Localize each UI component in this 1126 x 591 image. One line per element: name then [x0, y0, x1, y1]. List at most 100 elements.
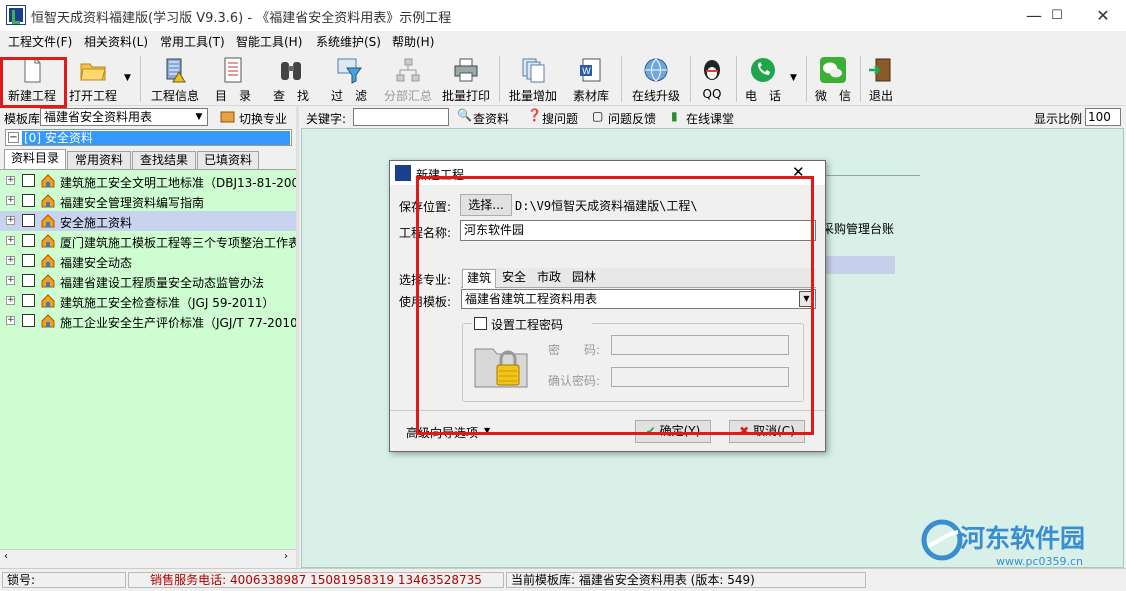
menu-smart-tools[interactable]: 智能工具(H) — [236, 33, 302, 50]
tree-item-checkbox[interactable] — [22, 294, 35, 307]
qq-button[interactable]: QQ — [694, 54, 730, 104]
tree-item[interactable]: + 安全施工资料 — [0, 211, 296, 231]
scroll-left-icon[interactable]: ‹ — [4, 551, 8, 562]
expand-icon[interactable]: + — [6, 216, 15, 225]
switch-specialty-icon[interactable] — [220, 110, 235, 124]
printer-icon — [454, 58, 478, 82]
watermark-url: www.pc0359.cn — [996, 555, 1084, 568]
phone-dropdown-arrow-icon[interactable]: ▼ — [790, 73, 797, 83]
menu-system-maintenance[interactable]: 系统维护(S) — [316, 33, 381, 50]
material-library-button[interactable]: W 素材库 — [566, 54, 616, 104]
tree-item[interactable]: + 福建省建设工程质量安全动态监管办法 — [0, 271, 296, 291]
tab-common-docs[interactable]: 常用资料 — [67, 151, 131, 169]
phone-icon — [751, 58, 775, 82]
expand-icon[interactable]: + — [6, 276, 15, 285]
expand-icon[interactable]: + — [6, 236, 15, 245]
tab-search-results[interactable]: 查找结果 — [132, 151, 196, 169]
chevron-down-icon[interactable]: ▼ — [191, 109, 207, 125]
wechat-button[interactable]: 微 信 — [810, 54, 856, 104]
catalog-label: 目 录 — [214, 89, 251, 103]
toolbar-separator — [806, 56, 807, 102]
collapse-icon[interactable]: − — [8, 132, 19, 143]
expand-icon[interactable]: + — [6, 176, 15, 185]
tree-item-checkbox[interactable] — [22, 314, 35, 327]
title-bar: 恒智天成资料福建版(学习版 V9.3.6) - 《福建省安全资料用表》示例工程 … — [0, 0, 1126, 31]
wechat-label: 微 信 — [814, 89, 851, 103]
project-info-button[interactable]: 工程信息 — [146, 54, 204, 104]
menu-common-tools[interactable]: 常用工具(T) — [160, 33, 225, 50]
current-template-status: 当前模板库: 福建省安全资料用表 (版本: 549) — [506, 572, 866, 588]
template-library-label: 模板库 — [4, 112, 41, 126]
keyword-input[interactable] — [353, 108, 449, 126]
find-button[interactable]: 查 找 — [264, 54, 318, 104]
chart-icon[interactable]: ▮ — [671, 109, 678, 123]
tree-item-label: 安全施工资料 — [60, 216, 133, 230]
expand-icon[interactable]: + — [6, 316, 15, 325]
scroll-right-icon[interactable]: › — [284, 551, 288, 562]
expand-icon[interactable]: + — [6, 296, 15, 305]
horizontal-scrollbar[interactable]: ‹ › — [0, 549, 296, 566]
filter-funnel-icon — [337, 58, 362, 84]
open-project-button[interactable]: 打开工程 — [64, 54, 122, 104]
online-class-button[interactable]: 在线课堂 — [686, 110, 734, 127]
keyword-label: 关键字: — [306, 112, 347, 126]
watermark-logo-icon — [921, 519, 963, 561]
batch-add-button[interactable]: 批量增加 — [504, 54, 562, 104]
exit-button[interactable]: 退出 — [864, 54, 898, 104]
switch-specialty-label[interactable]: 切换专业 — [239, 110, 287, 127]
menu-help[interactable]: 帮助(H) — [392, 33, 434, 50]
sub-summary-button[interactable]: 分部汇总 — [380, 54, 436, 104]
open-dropdown-arrow-icon[interactable]: ▼ — [124, 73, 131, 83]
word-document-icon: W — [580, 58, 601, 82]
tree-item[interactable]: + 施工企业安全生产评价标准（JGJ/T 77-2010 — [0, 311, 296, 331]
house-icon — [41, 294, 55, 308]
tree-item-label: 福建安全动态 — [60, 256, 133, 270]
tree-item[interactable]: + 福建安全动态 — [0, 251, 296, 271]
tree-item[interactable]: + 福建安全管理资料编写指南 — [0, 191, 296, 211]
house-icon — [41, 194, 55, 208]
online-upgrade-label: 在线升级 — [631, 89, 680, 103]
filter-button[interactable]: 过 滤 — [322, 54, 376, 104]
tab-document-catalog[interactable]: 资料目录 — [4, 149, 66, 169]
feedback-button[interactable]: 问题反馈 — [608, 110, 656, 127]
app-logo-icon — [6, 5, 26, 25]
expand-icon[interactable]: + — [6, 196, 15, 205]
menu-related-docs[interactable]: 相关资料(L) — [84, 33, 148, 50]
tree-item-checkbox[interactable] — [22, 214, 35, 227]
tree-item-checkbox[interactable] — [22, 194, 35, 207]
feedback-icon[interactable]: ▢ — [592, 109, 603, 123]
globe-icon — [644, 58, 668, 82]
search-doc-button[interactable]: 查资料 — [473, 110, 509, 127]
search-doc-icon[interactable]: 🔍 — [457, 108, 472, 122]
search-question-button[interactable]: 搜问题 — [542, 110, 578, 127]
batch-print-label: 批量打印 — [441, 89, 490, 103]
document-tree: + 建筑施工安全文明工地标准（DBJ13-81-2006 + 福建安全管理资料编写指南… — [0, 169, 296, 549]
toolbar-separator — [499, 56, 500, 102]
expand-icon[interactable]: + — [6, 256, 15, 265]
tree-item-checkbox[interactable] — [22, 174, 35, 187]
tab-filled-docs[interactable]: 已填资料 — [197, 151, 259, 169]
tree-item[interactable]: + 建筑施工安全检查标准（JGJ 59-2011） — [0, 291, 296, 311]
online-upgrade-button[interactable]: 在线升级 — [626, 54, 686, 104]
scale-input[interactable]: 100 — [1085, 108, 1121, 126]
tree-item-checkbox[interactable] — [22, 234, 35, 247]
close-button[interactable]: ✕ — [1080, 0, 1126, 31]
tree-item-checkbox[interactable] — [22, 254, 35, 267]
toolbar-separator — [736, 56, 737, 102]
maximize-button[interactable]: ☐ — [1034, 0, 1080, 31]
question-icon[interactable]: ❓ — [527, 108, 542, 122]
tree-item-checkbox[interactable] — [22, 274, 35, 287]
panel-splitter[interactable] — [296, 106, 299, 568]
watermark: 河东软件园 www.pc0359.cn — [920, 515, 1120, 575]
tree-item[interactable]: + 厦门建筑施工模板工程等三个专项整治工作表 — [0, 231, 296, 251]
phone-button[interactable]: 电 话 — [740, 54, 786, 104]
house-icon — [41, 214, 55, 228]
batch-print-button[interactable]: 批量打印 — [438, 54, 494, 104]
current-template-node[interactable]: − [0] 安全资料 — [5, 129, 292, 146]
tree-item[interactable]: + 建筑施工安全文明工地标准（DBJ13-81-2006 — [0, 171, 296, 191]
template-library-select[interactable]: 福建省安全资料用表 — [40, 108, 208, 126]
building-warning-icon — [166, 58, 186, 83]
menu-project-file[interactable]: 工程文件(F) — [8, 33, 72, 50]
house-icon — [41, 234, 55, 248]
catalog-button[interactable]: 目 录 — [206, 54, 260, 104]
